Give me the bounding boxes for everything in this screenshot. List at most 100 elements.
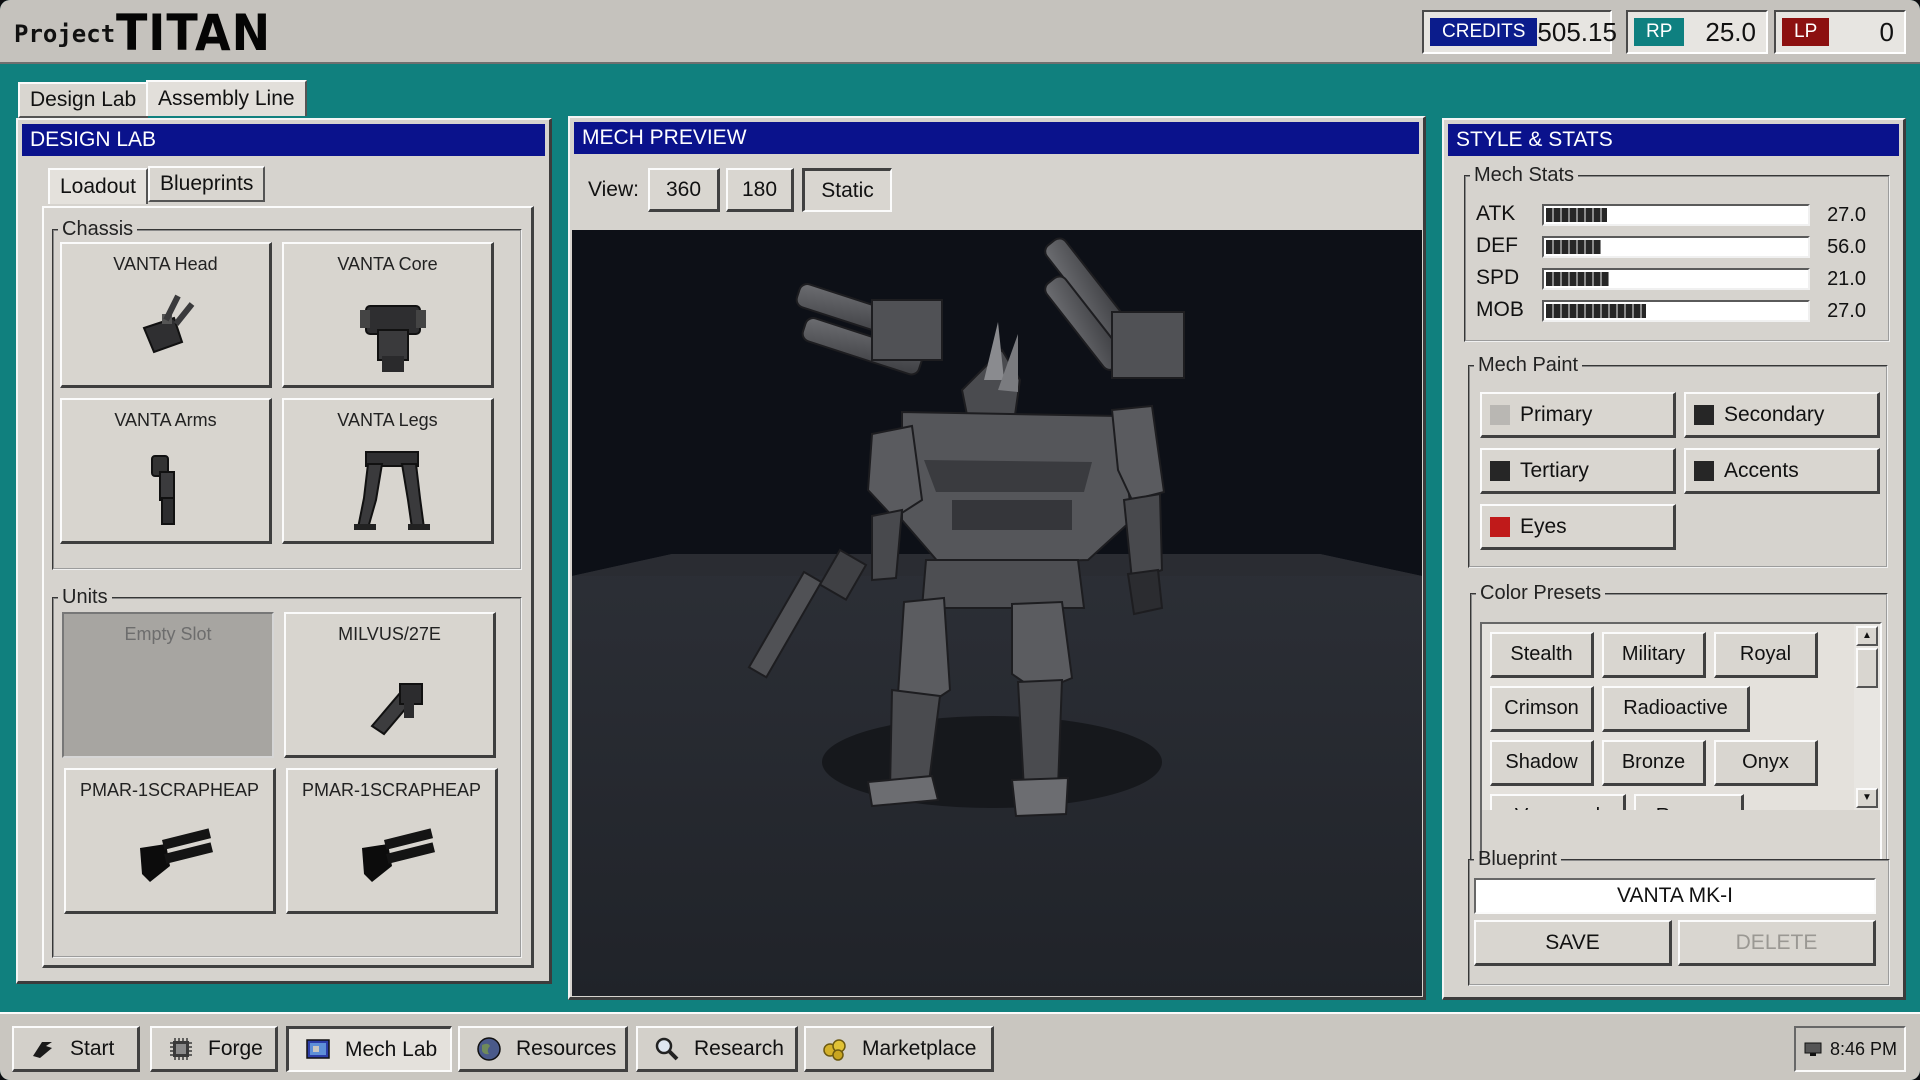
lp-value: 0: [1879, 16, 1894, 47]
view-static-button[interactable]: Static: [802, 168, 892, 212]
unit-slot-empty[interactable]: Empty Slot: [62, 612, 274, 758]
paint-primary-button[interactable]: Primary: [1480, 392, 1676, 438]
scroll-down-icon[interactable]: ▼: [1856, 788, 1878, 808]
loadout-page: Chassis VANTA Head VANTA Core VANTA Arms…: [42, 206, 534, 968]
color-swatch: [1490, 460, 1510, 481]
paint-label: Secondary: [1724, 402, 1825, 426]
core-part-icon: [360, 305, 426, 372]
start-icon: [33, 1041, 52, 1058]
blueprint-legend: Blueprint: [1478, 848, 1557, 870]
preset-military-button[interactable]: Military: [1602, 632, 1706, 678]
credits-label: CREDITS: [1430, 18, 1538, 46]
color-swatch: [1490, 516, 1510, 537]
rp-value: 25.0: [1705, 16, 1756, 47]
presets-scroll-area[interactable]: Stealth Military Royal Crimson Radioacti…: [1482, 624, 1854, 810]
style-stats-title: STYLE & STATS: [1448, 124, 1899, 156]
cannon-unit-icon: [140, 828, 213, 882]
taskbar-label: Forge: [208, 1036, 263, 1060]
paint-eyes-button[interactable]: Eyes: [1480, 504, 1676, 550]
scroll-up-icon[interactable]: ▲: [1856, 626, 1878, 646]
mech-render: [572, 237, 1422, 996]
stat-bar: [1542, 204, 1810, 226]
part-card-legs[interactable]: VANTA Legs: [282, 398, 494, 544]
stat-bar: [1542, 300, 1810, 322]
preset-reaper-button[interactable]: Reaper: [1634, 794, 1744, 810]
save-button[interactable]: SAVE: [1474, 920, 1672, 966]
tab-design-lab[interactable]: Design Lab: [18, 82, 149, 118]
taskbar-label: Marketplace: [862, 1036, 977, 1060]
paint-label: Tertiary: [1520, 458, 1589, 482]
taskbar-label: Research: [694, 1036, 784, 1060]
paint-label: Eyes: [1520, 514, 1567, 538]
stat-bar: [1542, 268, 1810, 290]
preset-vanguard-button[interactable]: Vanguard: [1490, 794, 1626, 810]
preset-radioactive-button[interactable]: Radioactive: [1602, 686, 1750, 732]
preset-crimson-button[interactable]: Crimson: [1490, 686, 1594, 732]
part-card-arms[interactable]: VANTA Arms: [60, 398, 272, 544]
rp-label: RP: [1634, 18, 1685, 46]
top-bar: Project TITAN CREDITS 505.15 RP 25.0 LP …: [0, 0, 1920, 64]
start-button[interactable]: Start: [12, 1026, 140, 1072]
shoulder-cannons: [795, 237, 1185, 379]
stat-name: ATK: [1476, 202, 1516, 225]
app-title: TITAN: [116, 4, 272, 62]
credits-display: CREDITS 505.15: [1422, 10, 1617, 54]
paint-secondary-button[interactable]: Secondary: [1684, 392, 1880, 438]
scroll-thumb[interactable]: [1856, 648, 1878, 688]
pistol-unit-icon: [370, 683, 423, 736]
taskbar-resources[interactable]: Resources: [458, 1026, 628, 1072]
tab-assembly-line[interactable]: Assembly Line: [146, 80, 307, 116]
taskbar-research[interactable]: Research: [636, 1026, 798, 1072]
coins-icon: [823, 1038, 846, 1061]
units-legend: Units: [62, 586, 108, 608]
preset-shadow-button[interactable]: Shadow: [1490, 740, 1594, 786]
taskbar-mech-lab[interactable]: Mech Lab: [286, 1026, 452, 1072]
clock-time: 8:46 PM: [1830, 1038, 1898, 1059]
view-360-button[interactable]: 360: [648, 168, 720, 212]
system-clock: 8:46 PM: [1794, 1026, 1906, 1072]
taskbar-forge[interactable]: Forge: [150, 1026, 278, 1072]
color-presets-legend: Color Presets: [1480, 582, 1602, 604]
preset-stealth-button[interactable]: Stealth: [1490, 632, 1594, 678]
delete-button[interactable]: DELETE: [1678, 920, 1876, 966]
unit-label: Empty Slot: [124, 624, 212, 644]
stat-name: MOB: [1476, 298, 1524, 321]
lp-display: LP 0: [1774, 10, 1906, 54]
preset-royal-button[interactable]: Royal: [1714, 632, 1818, 678]
lp-label: LP: [1782, 18, 1830, 46]
mech-viewport[interactable]: [572, 230, 1422, 996]
stat-name: SPD: [1476, 266, 1520, 289]
stat-row-def: DEF 56.0: [1464, 232, 1884, 262]
style-stats-panel: STYLE & STATS Mech Stats ATK 27.0 DEF 56…: [1442, 118, 1906, 1000]
stat-bar-fill: [1546, 208, 1607, 222]
preset-bronze-button[interactable]: Bronze: [1602, 740, 1706, 786]
presets-scrollbar[interactable]: ▲ ▼: [1854, 624, 1880, 810]
taskbar-marketplace[interactable]: Marketplace: [804, 1026, 994, 1072]
paint-tertiary-button[interactable]: Tertiary: [1480, 448, 1676, 494]
blueprint-name-field[interactable]: VANTA MK-I: [1474, 878, 1876, 914]
stat-row-atk: ATK 27.0: [1464, 200, 1884, 230]
view-label: View:: [588, 178, 639, 201]
head-part-icon: [142, 294, 195, 354]
color-swatch: [1490, 404, 1510, 425]
taskbar: Start Forge Mech Lab Resources Research …: [0, 1012, 1920, 1080]
stat-value: 56.0: [1827, 236, 1866, 258]
stat-bar-fill: [1546, 240, 1602, 254]
stat-bar: [1542, 236, 1810, 258]
view-180-button[interactable]: 180: [726, 168, 794, 212]
part-card-head[interactable]: VANTA Head: [60, 242, 272, 388]
mech-stats-legend: Mech Stats: [1474, 164, 1575, 186]
taskbar-label: Resources: [516, 1036, 617, 1060]
tab-loadout[interactable]: Loadout: [48, 168, 148, 204]
unit-card-pmar-1[interactable]: PMAR-1SCRAPHEAP: [64, 768, 276, 914]
preset-onyx-button[interactable]: Onyx: [1714, 740, 1818, 786]
part-card-core[interactable]: VANTA Core: [282, 242, 494, 388]
credits-value: 505.15: [1537, 16, 1617, 47]
unit-card-pmar-2[interactable]: PMAR-1SCRAPHEAP: [286, 768, 498, 914]
tray-monitor-icon: [1804, 1042, 1822, 1056]
unit-card-milvus[interactable]: MILVUS/27E: [284, 612, 496, 758]
paint-accents-button[interactable]: Accents: [1684, 448, 1880, 494]
tab-blueprints[interactable]: Blueprints: [148, 166, 266, 202]
chassis-legend: Chassis: [62, 218, 134, 240]
stat-name: DEF: [1476, 234, 1518, 257]
